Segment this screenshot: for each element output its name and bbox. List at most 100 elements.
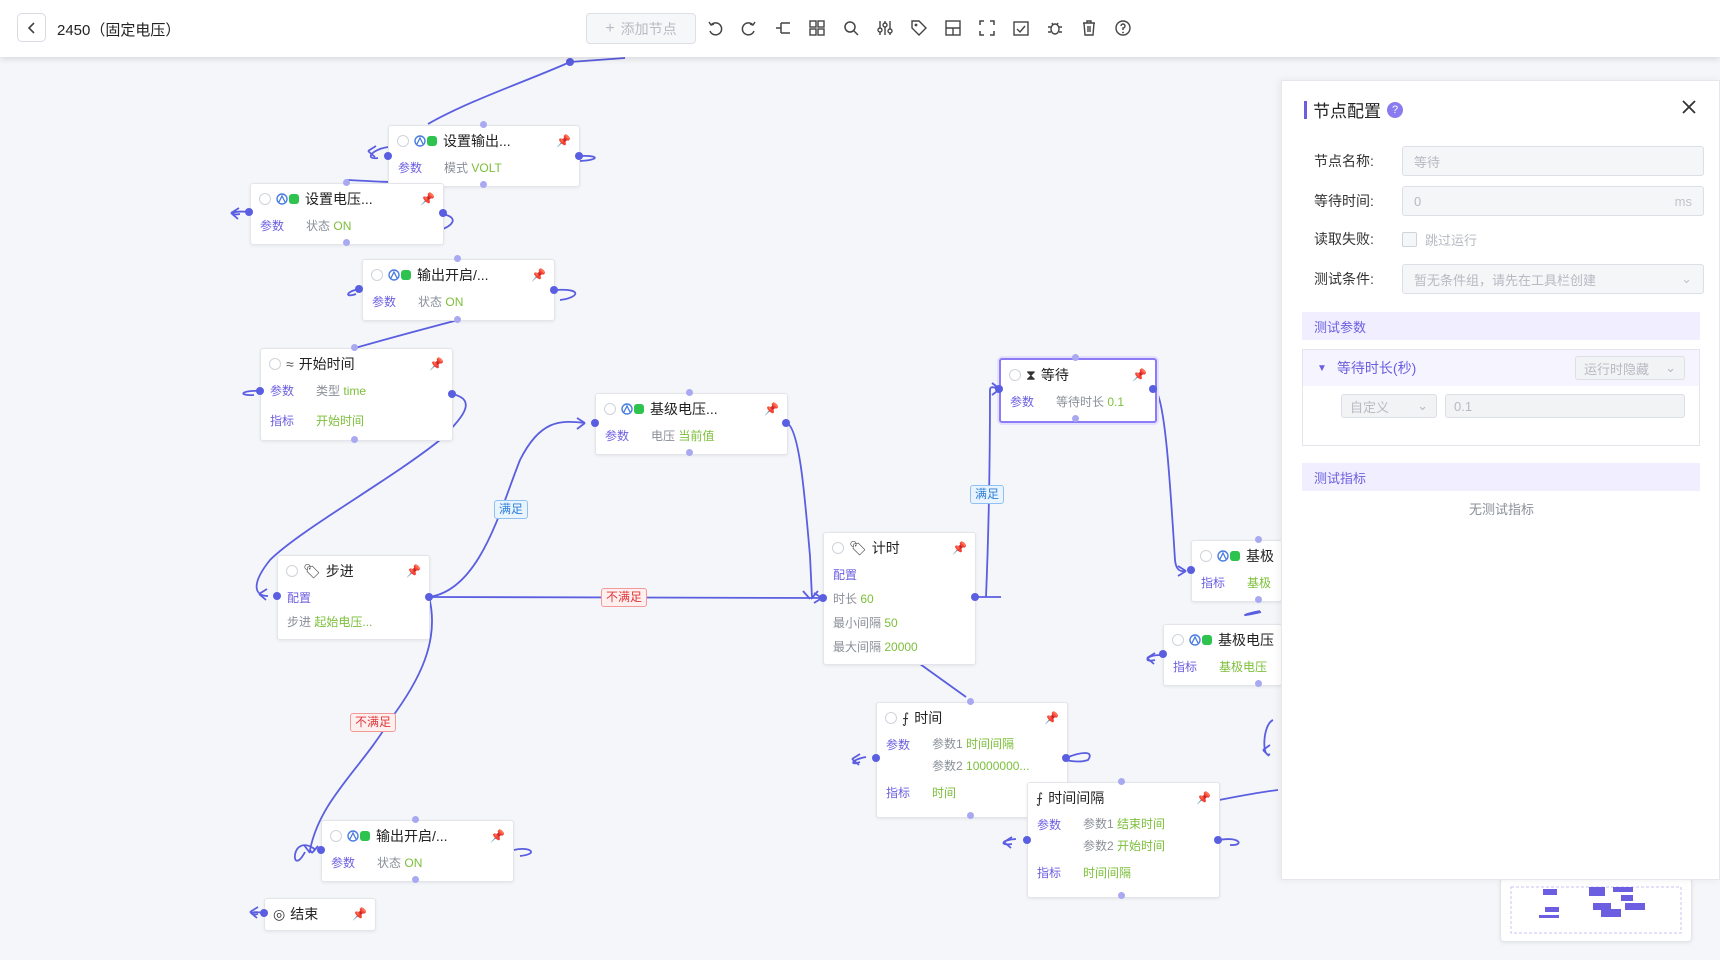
connection-port[interactable] (686, 449, 693, 456)
param-visibility-select[interactable]: 运行时隐藏 ⌄ (1575, 356, 1685, 380)
node-timer[interactable]: 🏷 计时 📌 配置 时长 60 最小间隔 50 最大间隔 20000 (823, 532, 976, 665)
connection-port[interactable] (1255, 680, 1262, 687)
connection-port[interactable] (454, 255, 461, 262)
fullscreen-icon[interactable] (975, 16, 999, 40)
connection-port[interactable] (448, 390, 456, 398)
node-select-radio[interactable] (286, 565, 298, 577)
edge-label-unsatisfied[interactable]: 不满足 (601, 588, 648, 607)
node-time-interval[interactable]: ⨍ 时间间隔 📌 参数 参数1 结束时间 参数2 开始时间 指标 时间间隔 (1027, 782, 1220, 898)
node-select-radio[interactable] (259, 193, 271, 205)
connection-port[interactable] (1159, 650, 1167, 658)
connection-port[interactable] (480, 181, 487, 188)
pin-icon[interactable]: 📌 (406, 564, 421, 578)
connection-port[interactable] (1118, 892, 1125, 899)
node-select-radio[interactable] (604, 403, 616, 415)
edge-label-satisfied[interactable]: 满足 (494, 500, 529, 519)
pin-icon[interactable]: 📌 (1044, 711, 1059, 725)
pin-icon[interactable]: 📌 (1132, 368, 1147, 382)
node-output-on-2[interactable]: 输出开启/... 📌 参数 状态 ON (321, 820, 514, 882)
minimap[interactable] (1500, 878, 1692, 942)
connection-port[interactable] (384, 152, 392, 160)
connection-port[interactable] (782, 419, 790, 427)
node-set-output[interactable]: 设置输出... 📌 参数 模式 VOLT (388, 125, 580, 187)
connection-port[interactable] (351, 436, 358, 443)
connection-port[interactable] (1255, 536, 1262, 543)
node-base-voltage-1[interactable]: 基级电压... 📌 参数 电压 当前值 (595, 393, 788, 455)
connection-port[interactable] (819, 594, 827, 602)
node-select-radio[interactable] (371, 269, 383, 281)
node-output-on-1[interactable]: 输出开启/... 📌 参数 状态 ON (362, 259, 555, 321)
connection-port[interactable] (343, 179, 350, 186)
grid-layout-icon[interactable] (805, 16, 829, 40)
connection-port[interactable] (480, 121, 487, 128)
redo-icon[interactable] (737, 16, 761, 40)
connection-port[interactable] (454, 316, 461, 323)
connection-port[interactable] (967, 698, 974, 705)
connection-port[interactable] (1255, 596, 1262, 603)
connection-port[interactable] (1187, 566, 1195, 574)
pin-icon[interactable]: 📌 (952, 541, 967, 555)
node-select-radio[interactable] (330, 830, 342, 842)
param-mode-select[interactable]: 自定义 ⌄ (1341, 394, 1437, 418)
connection-port[interactable] (256, 387, 264, 395)
node-select-radio[interactable] (832, 542, 844, 554)
connection-port[interactable] (1214, 836, 1222, 844)
connection-port[interactable] (412, 816, 419, 823)
calendar-check-icon[interactable] (1009, 16, 1033, 40)
node-select-radio[interactable] (885, 712, 897, 724)
connection-port[interactable] (1118, 778, 1125, 785)
connection-port[interactable] (550, 286, 558, 294)
node-base-2[interactable]: 基极 指标 基极 (1191, 540, 1282, 602)
connection-port[interactable] (439, 209, 447, 217)
node-name-input[interactable]: 等待 (1402, 146, 1704, 176)
connection-port[interactable] (591, 419, 599, 427)
branch-icon[interactable] (771, 16, 795, 40)
node-start-time[interactable]: ≈ 开始时间 📌 参数 类型 time 指标 开始时间 (260, 348, 453, 441)
bug-icon[interactable] (1043, 16, 1067, 40)
pin-icon[interactable]: 📌 (556, 134, 571, 148)
connection-port[interactable] (995, 385, 1003, 393)
node-step[interactable]: 🏷 步进 📌 配置 步进 起始电压... (277, 555, 430, 640)
connection-port[interactable] (355, 285, 363, 293)
param-value-input[interactable]: 0.1 (1445, 394, 1685, 418)
close-icon[interactable] (1679, 97, 1699, 117)
edge-label-satisfied[interactable]: 满足 (970, 485, 1005, 504)
layout-icon[interactable] (941, 16, 965, 40)
tag-icon[interactable] (907, 16, 931, 40)
node-select-radio[interactable] (269, 358, 281, 370)
pin-icon[interactable]: 📌 (531, 268, 546, 282)
connection-port[interactable] (967, 812, 974, 819)
connection-port[interactable] (260, 909, 268, 917)
search-icon[interactable] (839, 16, 863, 40)
connection-port[interactable] (971, 593, 979, 601)
connection-port[interactable] (872, 754, 880, 762)
help-icon[interactable] (1111, 16, 1135, 40)
connection-port[interactable] (351, 344, 358, 351)
pin-icon[interactable]: 📌 (490, 829, 505, 843)
skip-run-checkbox[interactable] (1402, 231, 1417, 247)
pin-icon[interactable]: 📌 (420, 192, 435, 206)
trash-icon[interactable] (1077, 16, 1101, 40)
connection-port[interactable] (566, 58, 574, 66)
connection-port[interactable] (317, 846, 325, 854)
add-node-button[interactable]: + 添加节点 (586, 13, 696, 44)
connection-port[interactable] (273, 592, 281, 600)
connection-port[interactable] (412, 876, 419, 883)
node-wait[interactable]: ⧗ 等待 📌 参数 等待时长 0.1 (999, 358, 1157, 423)
pin-icon[interactable]: 📌 (764, 402, 779, 416)
caret-down-icon[interactable]: ▼ (1317, 363, 1327, 374)
node-select-radio[interactable] (1009, 369, 1021, 381)
connection-port[interactable] (425, 593, 433, 601)
help-icon[interactable]: ? (1387, 101, 1403, 118)
wait-time-input[interactable]: 0 ms (1402, 186, 1704, 216)
sliders-icon[interactable] (873, 16, 897, 40)
pin-icon[interactable]: 📌 (352, 907, 367, 921)
back-button[interactable] (17, 13, 46, 42)
connection-port[interactable] (686, 389, 693, 396)
connection-port[interactable] (575, 152, 583, 160)
connection-port[interactable] (1023, 836, 1031, 844)
node-base-voltage-3[interactable]: 基极电压 指标 基极电压 (1163, 624, 1282, 686)
node-select-radio[interactable] (1200, 550, 1212, 562)
pin-icon[interactable]: 📌 (1196, 791, 1211, 805)
connection-port[interactable] (1149, 385, 1157, 393)
